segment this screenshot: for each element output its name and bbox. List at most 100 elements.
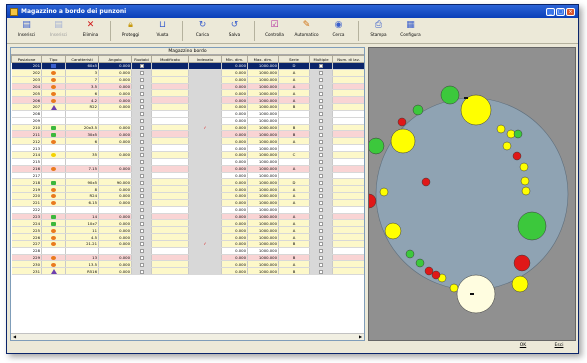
ang-cell[interactable]: 0.000 (98, 240, 132, 248)
max-cell[interactable]: 1000.000 (247, 233, 279, 241)
checkbox[interactable] (139, 194, 144, 199)
checkbox-cell[interactable] (131, 83, 152, 91)
table-row[interactable]: 201 60x5 0.000 0.000 1000.000 D (11, 62, 364, 70)
type-cell[interactable] (41, 103, 66, 111)
load-button[interactable]: ↻ Carica (187, 20, 218, 42)
checkbox-cell[interactable] (309, 199, 333, 207)
table-cell[interactable] (332, 83, 364, 91)
serie-cell[interactable] (278, 206, 310, 214)
table-cell[interactable] (151, 151, 189, 159)
table-cell[interactable] (332, 62, 364, 70)
checkbox[interactable] (139, 242, 144, 247)
car-cell[interactable]: 90x5 (65, 178, 99, 187)
type-cell[interactable] (41, 219, 66, 228)
table-cell[interactable] (151, 69, 189, 77)
checkbox[interactable] (139, 91, 144, 96)
turret-tool-station[interactable] (379, 187, 389, 197)
min-cell[interactable]: 0.000 (221, 213, 248, 221)
type-cell[interactable] (41, 172, 66, 180)
checkbox[interactable] (319, 256, 323, 260)
table-cell[interactable] (332, 219, 364, 228)
checkbox-cell[interactable] (309, 151, 333, 159)
car-cell[interactable]: 7 (65, 76, 99, 84)
table-cell[interactable] (151, 240, 189, 248)
table-cell[interactable] (151, 206, 189, 214)
checkbox[interactable] (139, 98, 144, 103)
checkbox-cell[interactable] (309, 69, 333, 77)
max-cell[interactable]: 1000.000 (247, 69, 279, 77)
type-cell[interactable] (41, 226, 66, 235)
ang-cell[interactable]: 0.000 (98, 219, 132, 228)
type-cell[interactable] (41, 267, 66, 276)
serie-cell[interactable]: A (278, 83, 310, 91)
table-cell[interactable] (151, 185, 189, 194)
min-cell[interactable]: 0.000 (221, 76, 248, 84)
checkbox[interactable] (139, 160, 144, 165)
ang-cell[interactable]: 0.000 (98, 151, 132, 159)
maximize-button[interactable]: □ (556, 7, 565, 16)
car-cell[interactable]: R22 (65, 103, 99, 111)
indexed-cell[interactable] (188, 117, 222, 125)
car-cell[interactable]: 10x7 (65, 219, 99, 228)
indexed-cell[interactable] (188, 254, 222, 262)
table-cell[interactable] (332, 89, 364, 98)
car-cell[interactable]: 4.2 (65, 96, 99, 105)
type-cell[interactable] (41, 233, 66, 241)
checkbox[interactable] (319, 91, 323, 96)
checkbox-cell[interactable] (131, 89, 152, 98)
turret-tool-station[interactable] (517, 211, 547, 241)
indexed-cell[interactable] (188, 103, 222, 111)
type-cell[interactable] (41, 240, 66, 248)
table-cell[interactable] (151, 192, 189, 200)
max-cell[interactable]: 1000.000 (247, 137, 279, 146)
turret-tool-station[interactable] (513, 254, 531, 272)
checkbox-cell[interactable] (309, 130, 333, 139)
checkbox[interactable] (319, 249, 323, 254)
checkbox[interactable] (139, 173, 144, 178)
ang-cell[interactable] (98, 110, 132, 118)
indexed-cell[interactable] (188, 110, 222, 118)
pos-cell[interactable]: 208 (11, 110, 42, 118)
car-cell[interactable]: 20x3.5 (65, 124, 99, 132)
checkbox-cell[interactable] (131, 144, 152, 152)
table-cell[interactable] (332, 158, 364, 166)
indexed-cell[interactable] (188, 247, 222, 255)
turret-tool-station[interactable] (361, 193, 377, 209)
min-cell[interactable]: 0.000 (221, 185, 248, 194)
turret-tool-station[interactable] (390, 128, 416, 154)
table-cell[interactable] (332, 247, 364, 255)
car-cell[interactable]: 6 (65, 137, 99, 146)
checkbox-cell[interactable] (131, 185, 152, 194)
table-cell[interactable] (332, 130, 364, 139)
min-cell[interactable]: 0.000 (221, 178, 248, 187)
ang-cell[interactable]: 0.000 (98, 96, 132, 105)
type-cell[interactable] (41, 144, 66, 152)
indexed-cell[interactable] (188, 96, 222, 105)
checkbox[interactable] (139, 214, 144, 219)
checkbox[interactable] (319, 146, 323, 151)
table-cell[interactable] (151, 96, 189, 105)
ang-cell[interactable]: 0.000 (98, 165, 132, 173)
min-cell[interactable]: 0.000 (221, 151, 248, 159)
car-cell[interactable]: 3.5 (65, 83, 99, 91)
turret-tool-station[interactable] (415, 258, 425, 268)
table-row[interactable]: 218 90x5 90.000 0.000 1000.000 D (11, 178, 364, 187)
serie-cell[interactable]: B (278, 240, 310, 248)
checkbox[interactable] (319, 167, 323, 172)
min-cell[interactable]: 0.000 (221, 165, 248, 173)
table-cell[interactable] (332, 151, 364, 159)
table-cell[interactable] (151, 233, 189, 241)
insert-button[interactable]: ▤ Inserisci (11, 20, 42, 42)
pos-cell[interactable]: 211 (11, 130, 42, 139)
car-cell[interactable] (65, 158, 99, 166)
table-cell[interactable] (151, 103, 189, 111)
min-cell[interactable]: 0.000 (221, 267, 248, 276)
checkbox[interactable] (319, 180, 323, 185)
table-cell[interactable] (151, 144, 189, 152)
checkbox[interactable] (139, 228, 144, 233)
scroll-right-icon[interactable]: ▶ (357, 334, 364, 340)
protect-button[interactable]: 🔒︎ Proteggi (115, 20, 146, 42)
pos-cell[interactable]: 213 (11, 144, 42, 152)
table-cell[interactable] (332, 172, 364, 180)
min-cell[interactable]: 0.000 (221, 62, 248, 70)
